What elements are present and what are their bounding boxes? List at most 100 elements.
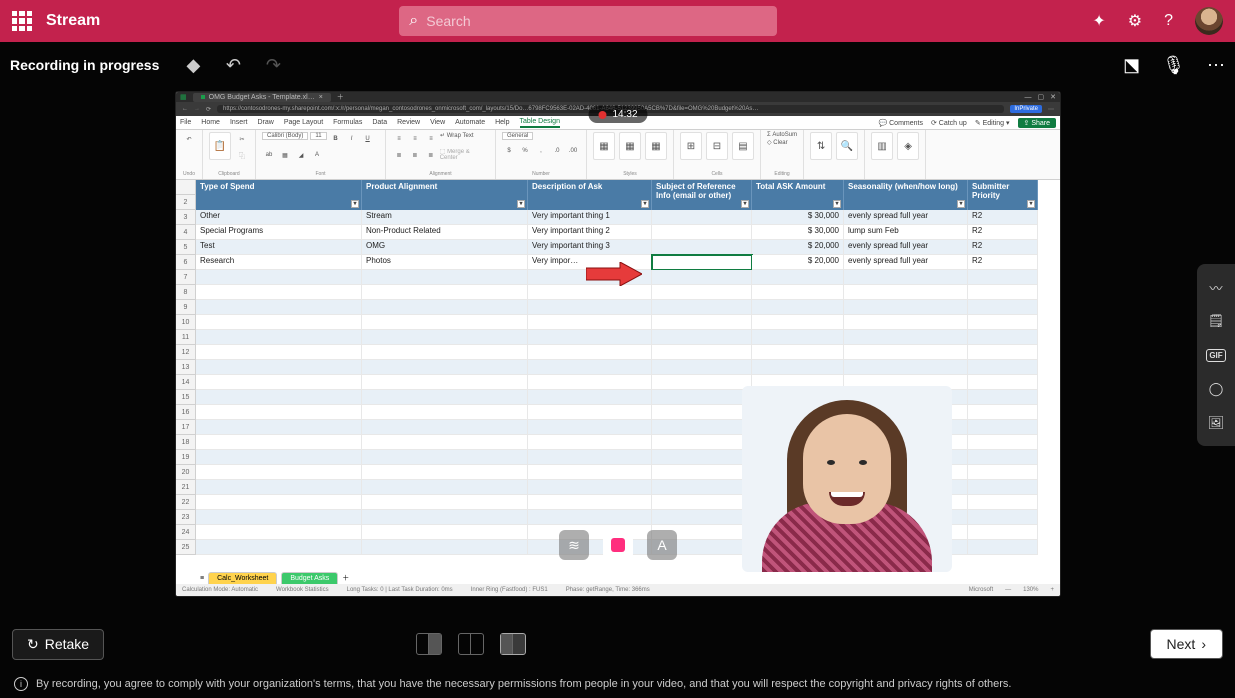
cell[interactable] [968, 345, 1038, 360]
row-header[interactable]: 25 [176, 540, 196, 555]
cell[interactable] [844, 360, 968, 375]
refresh-icon[interactable]: ⟳ [206, 106, 211, 113]
window-close-icon[interactable]: ✕ [1050, 93, 1056, 101]
cell[interactable] [652, 435, 752, 450]
image-effect-icon[interactable]: 🖼 [1203, 410, 1229, 436]
cell[interactable] [652, 300, 752, 315]
cell[interactable]: R2 [968, 210, 1038, 225]
clear-btn[interactable]: ◇ Clear [767, 139, 788, 146]
table-row[interactable]: ResearchPhotosVery impor…$ 20,000evenly … [196, 255, 1060, 270]
megaphone-icon[interactable]: ✦ [1092, 11, 1105, 31]
menu-file[interactable]: File [180, 119, 191, 126]
underline-btn[interactable]: U [361, 132, 375, 146]
cell[interactable] [362, 345, 528, 360]
row-header[interactable]: 5 [176, 240, 196, 255]
cell[interactable]: R2 [968, 225, 1038, 240]
browser-more-icon[interactable]: ⋯ [1048, 106, 1054, 113]
menu-page-layout[interactable]: Page Layout [284, 119, 323, 126]
cell[interactable] [844, 300, 968, 315]
sheet-tab-calc[interactable]: Calc_Worksheet [208, 572, 277, 584]
cell[interactable] [652, 360, 752, 375]
wave-effect-icon[interactable]: 〰 [1203, 274, 1229, 300]
cell[interactable]: $ 30,000 [752, 210, 844, 225]
row-header[interactable]: 15 [176, 390, 196, 405]
cell[interactable] [196, 270, 362, 285]
cell[interactable] [652, 270, 752, 285]
cell[interactable] [528, 510, 652, 525]
cell[interactable] [362, 375, 528, 390]
retake-button[interactable]: ↻Retake [12, 629, 104, 660]
cell[interactable] [196, 360, 362, 375]
table-row[interactable] [196, 285, 1060, 300]
search-box[interactable]: ⌕ [399, 6, 777, 36]
cell[interactable] [362, 330, 528, 345]
layout-left[interactable] [416, 633, 442, 655]
sort-filter-btn[interactable]: ⇅ [810, 132, 832, 160]
cell[interactable] [528, 345, 652, 360]
table-row[interactable]: OtherStreamVery important thing 1$ 30,00… [196, 210, 1060, 225]
app-launcher[interactable] [12, 11, 32, 31]
cell[interactable] [362, 315, 528, 330]
cell[interactable] [196, 420, 362, 435]
cell[interactable] [752, 315, 844, 330]
border-btn[interactable]: ▦ [278, 148, 292, 162]
cell[interactable] [528, 375, 652, 390]
cell[interactable]: evenly spread full year [844, 255, 968, 270]
cell[interactable] [362, 495, 528, 510]
add-sheet-icon[interactable]: ＋ [342, 573, 349, 583]
cell[interactable] [652, 345, 752, 360]
clear-data-btn[interactable]: ▥ [871, 132, 893, 160]
format-btn[interactable]: ▤ [732, 132, 754, 160]
cell[interactable] [196, 540, 362, 555]
table-row[interactable] [196, 345, 1060, 360]
table-row[interactable] [196, 330, 1060, 345]
cell-styles-btn[interactable]: ▦ [645, 132, 667, 160]
cell[interactable]: Photos [362, 255, 528, 270]
cell[interactable] [196, 315, 362, 330]
row-header[interactable]: 11 [176, 330, 196, 345]
all-sheets-icon[interactable]: ≡ [200, 575, 204, 582]
row-header[interactable]: 4 [176, 225, 196, 240]
user-avatar[interactable] [1195, 7, 1223, 35]
cell[interactable]: Very important thing 1 [528, 210, 652, 225]
close-tab-icon[interactable]: × [319, 94, 323, 101]
menu-draw[interactable]: Draw [257, 119, 273, 126]
window-max-icon[interactable]: ▢ [1038, 93, 1045, 101]
cell[interactable] [844, 330, 968, 345]
filter-icon[interactable]: ▾ [957, 200, 965, 208]
cell[interactable] [752, 285, 844, 300]
blur-tool[interactable]: ≋ [559, 530, 589, 560]
cell[interactable] [652, 225, 752, 240]
cell[interactable] [362, 390, 528, 405]
cell[interactable] [968, 540, 1038, 555]
menu-help[interactable]: Help [495, 119, 509, 126]
fill-btn[interactable]: ◢ [294, 148, 308, 162]
help-icon[interactable]: ? [1164, 12, 1173, 30]
col-header[interactable]: Subject of Reference Info (email or othe… [652, 180, 752, 210]
cell[interactable] [652, 330, 752, 345]
delete-btn[interactable]: ⊟ [706, 132, 728, 160]
cell[interactable] [968, 375, 1038, 390]
more-icon[interactable]: ⋯ [1207, 55, 1225, 76]
row-header[interactable]: 6 [176, 255, 196, 270]
cell[interactable] [652, 315, 752, 330]
wrap-text-btn[interactable]: ↵ Wrap Text [440, 132, 474, 146]
cell[interactable] [652, 240, 752, 255]
cell[interactable] [196, 465, 362, 480]
cell[interactable] [196, 285, 362, 300]
bold-btn[interactable]: B [329, 132, 343, 146]
col-header[interactable]: Type of Spend▾ [196, 180, 362, 210]
cell[interactable]: Other [196, 210, 362, 225]
cell[interactable] [528, 435, 652, 450]
cell[interactable] [652, 210, 752, 225]
cell[interactable] [196, 330, 362, 345]
row-header[interactable]: 24 [176, 525, 196, 540]
cell[interactable] [196, 510, 362, 525]
cell[interactable] [968, 300, 1038, 315]
autosum-btn[interactable]: Σ AutoSum [767, 132, 797, 138]
row-header[interactable]: 13 [176, 360, 196, 375]
cell[interactable] [652, 495, 752, 510]
cell[interactable] [752, 270, 844, 285]
search-input[interactable] [426, 13, 767, 29]
cell[interactable] [362, 540, 528, 555]
